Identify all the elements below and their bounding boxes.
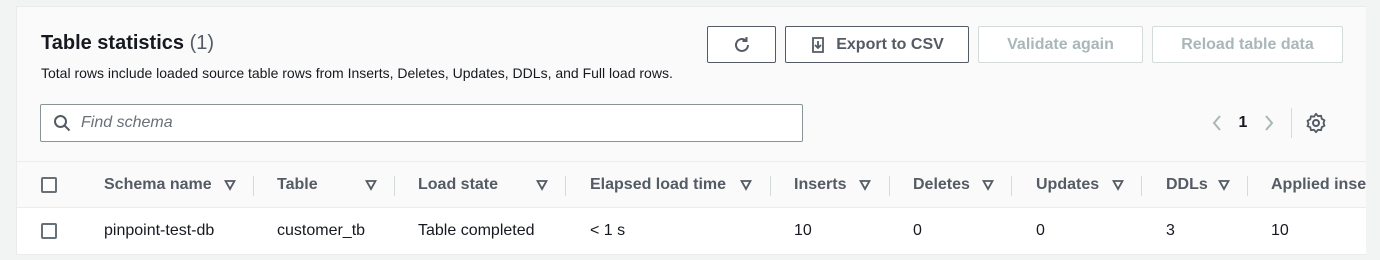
column-divider[interactable]	[1247, 176, 1248, 196]
cell-load-state: Table completed	[418, 222, 535, 239]
pagination: 1	[1205, 108, 1328, 138]
next-page-icon[interactable]	[1257, 111, 1281, 135]
table-statistics-panel: Table statistics (1) Total rows include …	[16, 6, 1366, 255]
column-divider[interactable]	[1141, 176, 1142, 196]
cell-inserts: 10	[794, 222, 812, 239]
settings-gear-icon[interactable]	[1304, 111, 1328, 135]
row-checkbox-cell	[41, 208, 57, 254]
cell-table: customer_tb	[277, 222, 366, 239]
previous-page-icon[interactable]	[1205, 111, 1229, 135]
validate-again-label: Validate again	[1007, 35, 1114, 53]
panel-description: Total rows include loaded source table r…	[41, 65, 673, 81]
row-checkbox[interactable]	[41, 223, 57, 239]
sort-icon[interactable]	[859, 179, 871, 191]
current-page[interactable]: 1	[1229, 114, 1257, 132]
table-header-row: Schema name Table Load state Elapsed loa…	[17, 161, 1366, 208]
reload-table-data-label: Reload table data	[1181, 35, 1314, 53]
sort-icon[interactable]	[740, 179, 752, 191]
column-divider[interactable]	[565, 176, 566, 196]
column-header-updates[interactable]: Updates	[1036, 162, 1099, 207]
search-box	[40, 104, 803, 142]
sort-icon[interactable]	[982, 179, 994, 191]
column-divider[interactable]	[253, 176, 254, 196]
column-header-elapsed-load-time[interactable]: Elapsed load time	[590, 162, 726, 207]
cell-deletes: 0	[913, 222, 922, 239]
reload-table-data-button[interactable]: Reload table data	[1152, 26, 1343, 63]
search-input[interactable]	[81, 114, 761, 132]
download-icon	[812, 36, 825, 53]
sort-icon[interactable]	[365, 179, 377, 191]
select-all-checkbox[interactable]	[41, 176, 57, 193]
title-text: Table statistics	[41, 32, 185, 54]
sort-icon[interactable]	[1112, 179, 1124, 191]
export-csv-label: Export to CSV	[836, 35, 944, 53]
table-row[interactable]: pinpoint-test-db customer_tb Table compl…	[17, 208, 1366, 254]
column-header-load-state[interactable]: Load state	[418, 162, 498, 207]
column-divider[interactable]	[889, 176, 890, 196]
column-header-schema-name[interactable]: Schema name	[104, 162, 212, 207]
cell-schema-name: pinpoint-test-db	[104, 222, 215, 239]
column-header-applied-inserts[interactable]: Applied inse	[1271, 162, 1366, 207]
cell-ddls: 3	[1166, 222, 1175, 239]
column-divider[interactable]	[770, 176, 771, 196]
refresh-icon	[734, 36, 749, 52]
column-header-inserts[interactable]: Inserts	[794, 162, 846, 207]
cell-applied-inserts: 10	[1271, 222, 1289, 239]
title-count: (1)	[189, 32, 215, 54]
export-csv-button[interactable]: Export to CSV	[785, 26, 969, 63]
column-header-table[interactable]: Table	[277, 162, 318, 207]
validate-again-button[interactable]: Validate again	[978, 26, 1143, 63]
select-all-checkbox-cell	[41, 162, 57, 207]
panel-title: Table statistics (1)	[41, 31, 673, 55]
refresh-button[interactable]	[707, 26, 776, 63]
search-icon	[53, 114, 71, 132]
pagination-divider	[1291, 108, 1292, 138]
column-divider[interactable]	[394, 176, 395, 196]
column-divider[interactable]	[1011, 176, 1012, 196]
panel-header: Table statistics (1) Total rows include …	[41, 31, 673, 81]
column-header-ddls[interactable]: DDLs	[1166, 162, 1208, 207]
cell-updates: 0	[1036, 222, 1045, 239]
cell-elapsed-load-time: < 1 s	[590, 222, 626, 239]
sort-icon[interactable]	[1218, 179, 1230, 191]
sort-icon[interactable]	[536, 179, 548, 191]
column-header-deletes[interactable]: Deletes	[913, 162, 970, 207]
sort-icon[interactable]	[224, 179, 236, 191]
